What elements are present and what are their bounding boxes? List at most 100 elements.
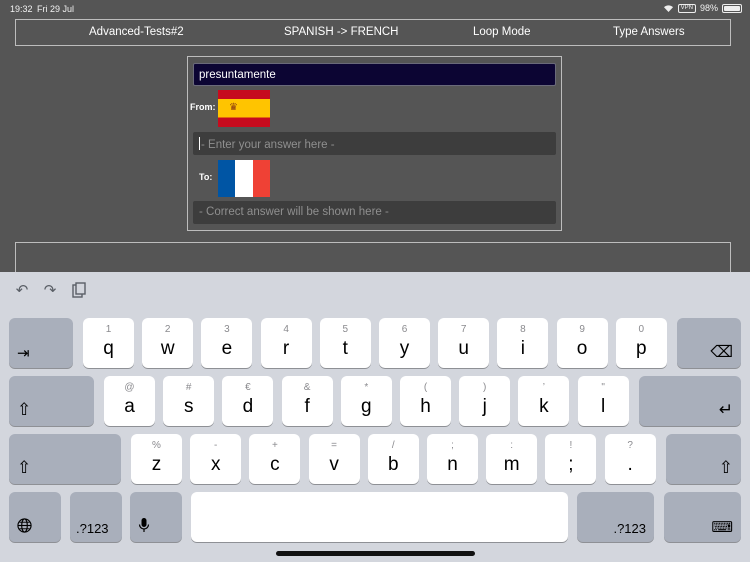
key-s[interactable]: # s — [163, 376, 215, 426]
home-indicator — [276, 551, 475, 556]
key-a[interactable]: @ a — [104, 376, 155, 426]
key-period[interactable]: ?. — [604, 434, 656, 484]
key-secondary-label: ( — [423, 382, 428, 393]
answer-input[interactable]: - Enter your answer here - — [193, 132, 556, 155]
key-e[interactable]: 3e — [201, 318, 253, 368]
key-primary-label: m — [503, 454, 520, 475]
shift-key-left-row2[interactable]: ⇧ — [9, 376, 94, 426]
key-secondary-label: ) — [483, 382, 487, 393]
menu-item-type-answers[interactable]: Type Answers — [613, 26, 685, 38]
on-screen-keyboard: ↶ ↷ ⇥ 1q2w3e4r5t6y7u8i9o0p ⌫ ⇧ @ a # s € d & f *… — [0, 272, 750, 562]
key-w[interactable]: 2w — [142, 318, 194, 368]
key-b[interactable]: / b — [367, 434, 419, 484]
hide-keyboard-key[interactable]: ⌨ — [664, 492, 741, 542]
key-secondary-label: 0 — [638, 324, 645, 335]
key-secondary-label: ? — [627, 440, 633, 451]
battery-icon — [722, 3, 742, 13]
shift-icon: ⇧ — [17, 458, 32, 477]
key-primary-label: x — [210, 454, 221, 475]
globe-key[interactable] — [9, 492, 61, 542]
undo-icon[interactable]: ↶ — [13, 282, 31, 300]
status-right: VPN 98% — [663, 3, 742, 13]
key-primary-label: y — [399, 338, 410, 359]
key-secondary-label: : — [510, 440, 514, 451]
key-secondary-label: = — [331, 440, 338, 451]
key-primary-label: e — [221, 338, 233, 359]
delete-icon: ⌫ — [710, 344, 733, 361]
key-primary-label: h — [420, 396, 431, 417]
key-u[interactable]: 7u — [438, 318, 490, 368]
key-z[interactable]: % z — [131, 434, 182, 484]
key-primary-label: i — [520, 338, 525, 359]
dictation-key[interactable] — [130, 492, 182, 542]
key-v[interactable]: = v — [308, 434, 360, 484]
key-secondary-label: 1 — [105, 324, 112, 335]
key-d[interactable]: € d — [222, 376, 274, 426]
key-t[interactable]: 5t — [319, 318, 371, 368]
return-key[interactable]: ↵ — [639, 376, 741, 426]
status-date: Fri 29 Jul — [37, 4, 75, 14]
key-p[interactable]: 0p — [615, 318, 667, 368]
key-primary-label: u — [458, 338, 469, 359]
key-o[interactable]: 9o — [556, 318, 608, 368]
numbers-key-left[interactable]: .?123 — [70, 492, 122, 542]
key-secondary-label: 9 — [579, 324, 585, 335]
key-primary-label: v — [329, 454, 339, 475]
menu-item-test-name[interactable]: Advanced-Tests#2 — [89, 26, 184, 38]
key-secondary-label: - — [214, 440, 218, 451]
key-j[interactable]: ) j — [459, 376, 511, 426]
france-flag-icon — [218, 160, 270, 197]
shift-key-right[interactable]: ⇧ — [666, 434, 741, 484]
key-k[interactable]: ’ k — [518, 376, 570, 426]
tab-key[interactable]: ⇥ — [9, 318, 73, 368]
spain-flag-icon: ♛ — [218, 90, 270, 127]
key-primary-label: q — [103, 338, 114, 359]
key-secondary-label: + — [271, 440, 278, 451]
menu-item-language-direction[interactable]: SPANISH -> FRENCH — [284, 26, 398, 38]
key-semicolon[interactable]: !; — [545, 434, 597, 484]
key-primary-label: s — [183, 396, 194, 417]
paste-icon[interactable] — [70, 282, 88, 300]
shift-icon: ⇧ — [718, 458, 733, 477]
key-l[interactable]: " l — [577, 376, 629, 426]
key-f[interactable]: & f — [281, 376, 333, 426]
wifi-icon — [663, 5, 673, 12]
shift-icon: ⇧ — [17, 400, 32, 419]
key-r[interactable]: 4r — [260, 318, 312, 368]
key-c[interactable]: + c — [249, 434, 301, 484]
quiz-panel: presuntamente From: ♛ - Enter your answe… — [187, 56, 562, 231]
key-x[interactable]: -x — [190, 434, 242, 484]
key-g[interactable]: * g — [340, 376, 392, 426]
redo-icon[interactable]: ↷ — [41, 282, 59, 300]
microphone-icon — [138, 517, 150, 536]
key-secondary-label: % — [152, 440, 161, 451]
key-primary-label: b — [388, 454, 399, 475]
key-secondary-label: ’ — [542, 382, 545, 393]
key-secondary-label: 3 — [224, 324, 230, 335]
question-word: presuntamente — [193, 63, 556, 86]
key-primary-label: j — [482, 396, 487, 417]
key-primary-label: t — [342, 338, 348, 359]
menu-item-loop-mode[interactable]: Loop Mode — [473, 26, 531, 38]
keyboard-shortcut-bar: ↶ ↷ — [0, 272, 750, 312]
key-h[interactable]: (h — [400, 376, 451, 426]
key-y[interactable]: 6y — [379, 318, 430, 368]
key-secondary-label: " — [601, 382, 605, 393]
key-secondary-label: & — [303, 382, 311, 393]
key-m[interactable]: :m — [486, 434, 538, 484]
key-n[interactable]: ; n — [427, 434, 478, 484]
key-primary-label: . — [627, 454, 633, 475]
space-bar[interactable] — [191, 492, 568, 542]
numbers-key-right[interactable]: .?123 — [577, 492, 654, 542]
key-q[interactable]: 1q — [83, 318, 134, 368]
delete-key[interactable]: ⌫ — [677, 318, 741, 368]
status-bar: 19:32 Fri 29 Jul VPN 98% — [0, 0, 750, 16]
key-i[interactable]: 8i — [497, 318, 549, 368]
tab-icon: ⇥ — [17, 345, 30, 362]
key-primary-label: z — [151, 454, 162, 475]
key-primary-label: w — [160, 338, 175, 359]
key-secondary-label: 7 — [460, 324, 467, 335]
shift-key-left[interactable]: ⇧ — [9, 434, 121, 484]
key-secondary-label: 4 — [283, 324, 289, 335]
key-secondary-label: 5 — [342, 324, 349, 335]
